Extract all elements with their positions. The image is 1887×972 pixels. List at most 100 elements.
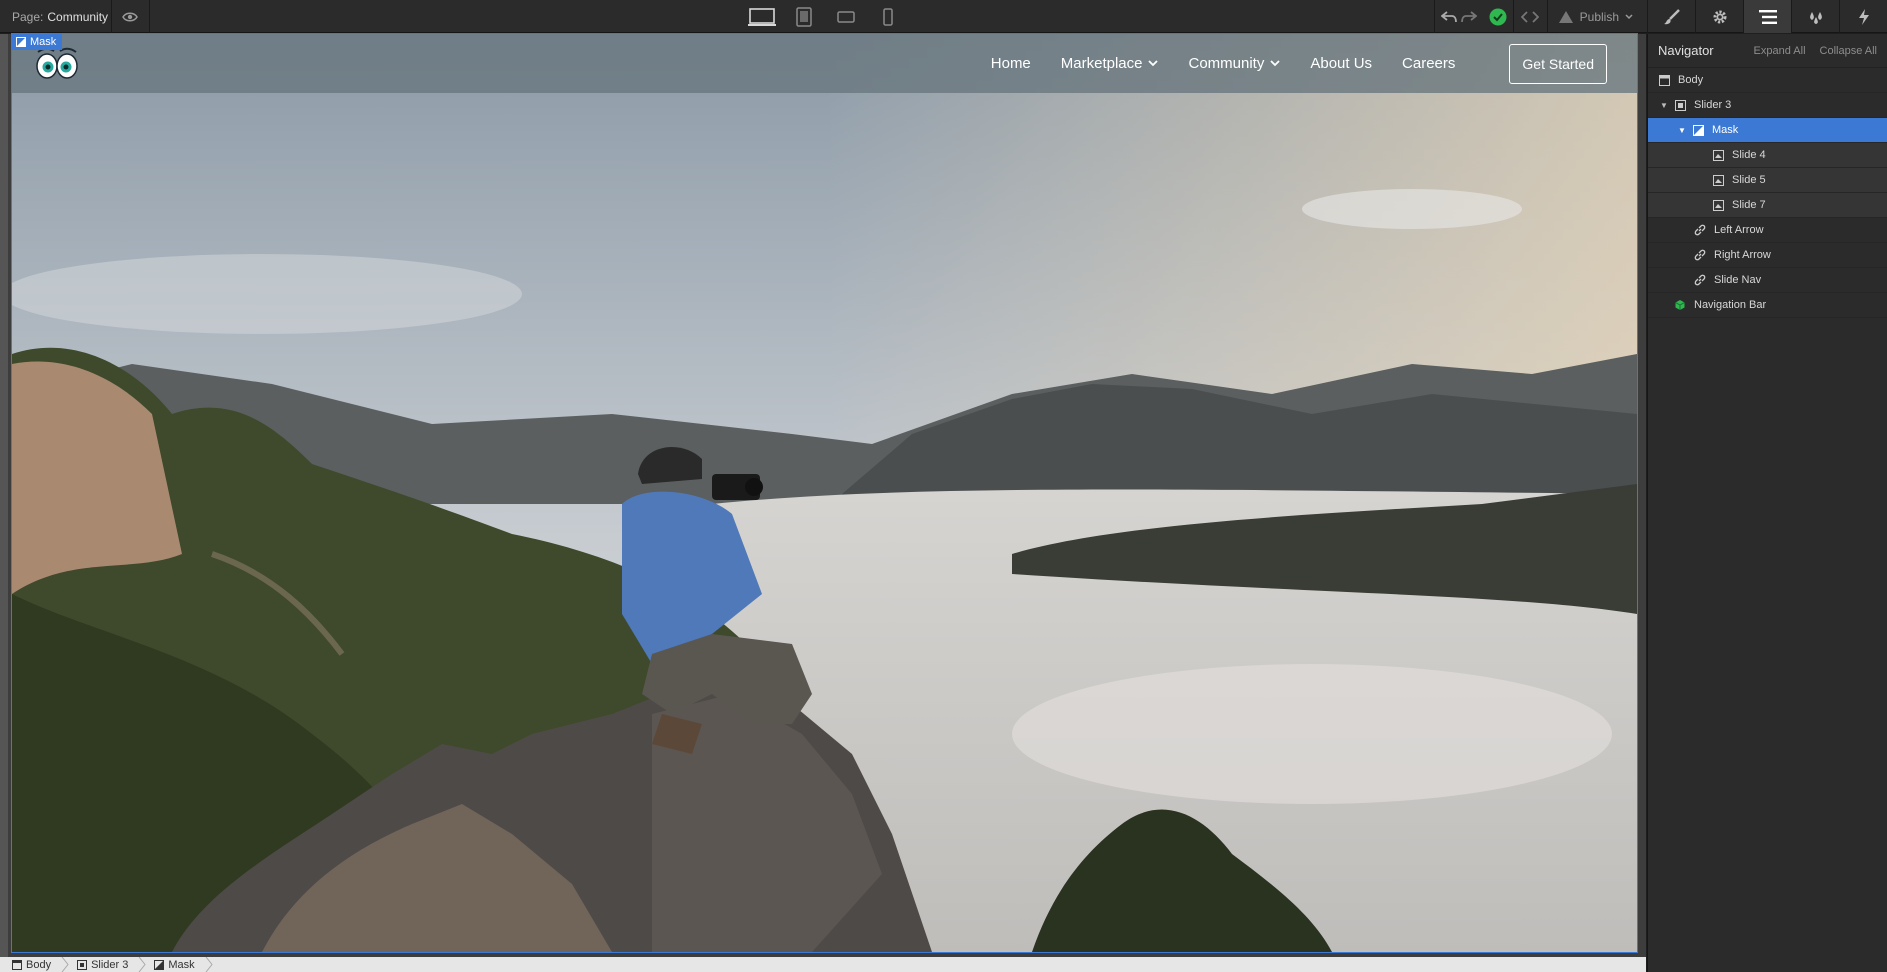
tree-item-body[interactable]: Body [1648, 68, 1887, 93]
design-canvas: Home Marketplace Community About Us Care… [0, 33, 1646, 957]
tablet-view-icon[interactable] [786, 0, 822, 33]
navigator-title: Navigator [1658, 43, 1714, 58]
tree-item-label: Left Arrow [1714, 224, 1764, 236]
redo-icon[interactable] [1460, 10, 1477, 24]
breadcrumb-body[interactable]: Body [12, 959, 61, 971]
chevron-down-icon [1270, 60, 1280, 67]
get-started-button[interactable]: Get Started [1509, 43, 1607, 84]
element-breadcrumb: Body Slider 3 Mask [0, 957, 1646, 972]
tree-item-label: Slider 3 [1694, 99, 1732, 111]
caret-down-icon[interactable]: ▼ [1676, 126, 1688, 135]
tree-item-label: Body [1678, 74, 1704, 86]
mask-icon [16, 37, 26, 47]
nav-marketplace-dropdown[interactable]: Marketplace [1061, 55, 1159, 72]
publish-button[interactable]: Publish [1546, 0, 1647, 33]
lightning-panel-tab[interactable] [1839, 0, 1887, 33]
breadcrumb-mask[interactable]: Mask [154, 959, 204, 971]
caret-down-icon[interactable]: ▼ [1658, 101, 1670, 110]
breadcrumb-separator [205, 957, 213, 972]
device-switcher [744, 0, 906, 33]
preview-eye-icon[interactable] [118, 0, 142, 33]
tree-item-slide-4[interactable]: Slide 4 [1648, 143, 1887, 168]
tree-item-label: Right Arrow [1714, 249, 1771, 261]
breadcrumb-label: Body [26, 958, 52, 971]
breadcrumb-label: Slider 3 [91, 958, 129, 971]
canvas-left-edge [0, 34, 8, 957]
tree-item-label: Slide 5 [1732, 174, 1766, 186]
site-navigation-bar: Home Marketplace Community About Us Care… [12, 34, 1637, 93]
collapse-all-button[interactable]: Collapse All [1820, 45, 1877, 57]
nav-careers-link[interactable]: Careers [1402, 55, 1455, 72]
slider-icon [77, 959, 88, 970]
tree-item-label: Slide 7 [1732, 199, 1766, 211]
publish-label: Publish [1579, 9, 1619, 24]
body-icon [1658, 74, 1670, 86]
page-name: Community [47, 9, 109, 24]
toolbar-divider [149, 0, 150, 33]
toolbar-right: Publish [1433, 0, 1887, 33]
mobile-landscape-view-icon[interactable] [828, 0, 864, 33]
publish-icon [1558, 10, 1573, 23]
breadcrumb-separator [61, 957, 69, 972]
tree-item-navigation-bar[interactable]: Navigation Bar [1648, 293, 1887, 318]
slider-icon [1674, 99, 1686, 111]
nav-community-dropdown[interactable]: Community [1188, 55, 1280, 72]
link-icon [1694, 249, 1706, 261]
slide-icon [1712, 149, 1724, 161]
brush-icon [1663, 8, 1680, 24]
undo-icon[interactable] [1440, 10, 1457, 24]
settings-panel-tab[interactable] [1695, 0, 1743, 33]
style-panel-tab[interactable] [1647, 0, 1695, 33]
nav-community-label: Community [1188, 55, 1265, 72]
tree-item-slide-nav[interactable]: Slide Nav [1648, 268, 1887, 293]
expand-all-button[interactable]: Expand All [1754, 45, 1806, 57]
selection-tag: Mask [12, 34, 63, 50]
tree-item-slider-3[interactable]: ▼ Slider 3 [1648, 93, 1887, 118]
chevron-down-icon [1625, 13, 1633, 19]
desktop-view-icon[interactable] [744, 0, 780, 33]
selection-tag-label: Mask [30, 36, 57, 48]
mobile-portrait-view-icon[interactable] [870, 0, 906, 33]
toolbar-divider [111, 0, 112, 33]
slider-mask[interactable]: Home Marketplace Community About Us Care… [11, 33, 1638, 953]
tree-item-left-arrow[interactable]: Left Arrow [1648, 218, 1887, 243]
tree-item-label: Slide Nav [1714, 274, 1762, 286]
nav-marketplace-label: Marketplace [1060, 55, 1143, 72]
designer-toolbar: Page: Community Publish [0, 0, 1887, 33]
navigator-panel-tab[interactable] [1743, 0, 1791, 33]
slide-icon [1712, 199, 1724, 211]
tree-item-slide-5[interactable]: Slide 5 [1648, 168, 1887, 193]
symbol-icon [1674, 299, 1686, 311]
tree-item-label: Slide 4 [1732, 149, 1766, 161]
navigator-icon [1758, 9, 1777, 24]
chevron-down-icon [1148, 60, 1159, 67]
tree-item-label: Mask [1712, 124, 1739, 136]
slide-photo [12, 34, 1637, 952]
mask-icon [154, 959, 165, 970]
tree-item-mask[interactable]: ▼ Mask [1648, 118, 1887, 143]
slide-icon [1712, 174, 1724, 186]
link-icon [1694, 224, 1706, 236]
breadcrumb-slider[interactable]: Slider 3 [77, 959, 138, 971]
navigator-header: Navigator Expand All Collapse All [1648, 34, 1887, 68]
mask-icon [1692, 124, 1704, 136]
tree-item-right-arrow[interactable]: Right Arrow [1648, 243, 1887, 268]
tree-item-slide-7[interactable]: Slide 7 [1648, 193, 1887, 218]
page-selector[interactable]: Page: Community [12, 0, 108, 33]
tree-item-label: Navigation Bar [1694, 299, 1767, 311]
navigator-panel: Navigator Expand All Collapse All Body ▼… [1647, 34, 1887, 972]
nav-home-link[interactable]: Home [991, 55, 1031, 72]
nav-about-link[interactable]: About Us [1310, 55, 1372, 72]
lightning-icon [1858, 8, 1869, 25]
undo-redo [1435, 0, 1483, 33]
breadcrumb-label: Mask [168, 958, 195, 971]
status-ok-icon[interactable] [1483, 0, 1513, 33]
brand-logo[interactable] [34, 46, 80, 80]
breadcrumb-separator [138, 957, 147, 972]
link-icon [1694, 274, 1706, 286]
page-label: Page: [12, 9, 44, 24]
code-icon[interactable] [1512, 0, 1547, 33]
interactions-panel-tab[interactable] [1791, 0, 1839, 33]
body-icon [12, 959, 22, 970]
site-nav-links: Home Marketplace Community About Us Care… [961, 34, 1607, 93]
